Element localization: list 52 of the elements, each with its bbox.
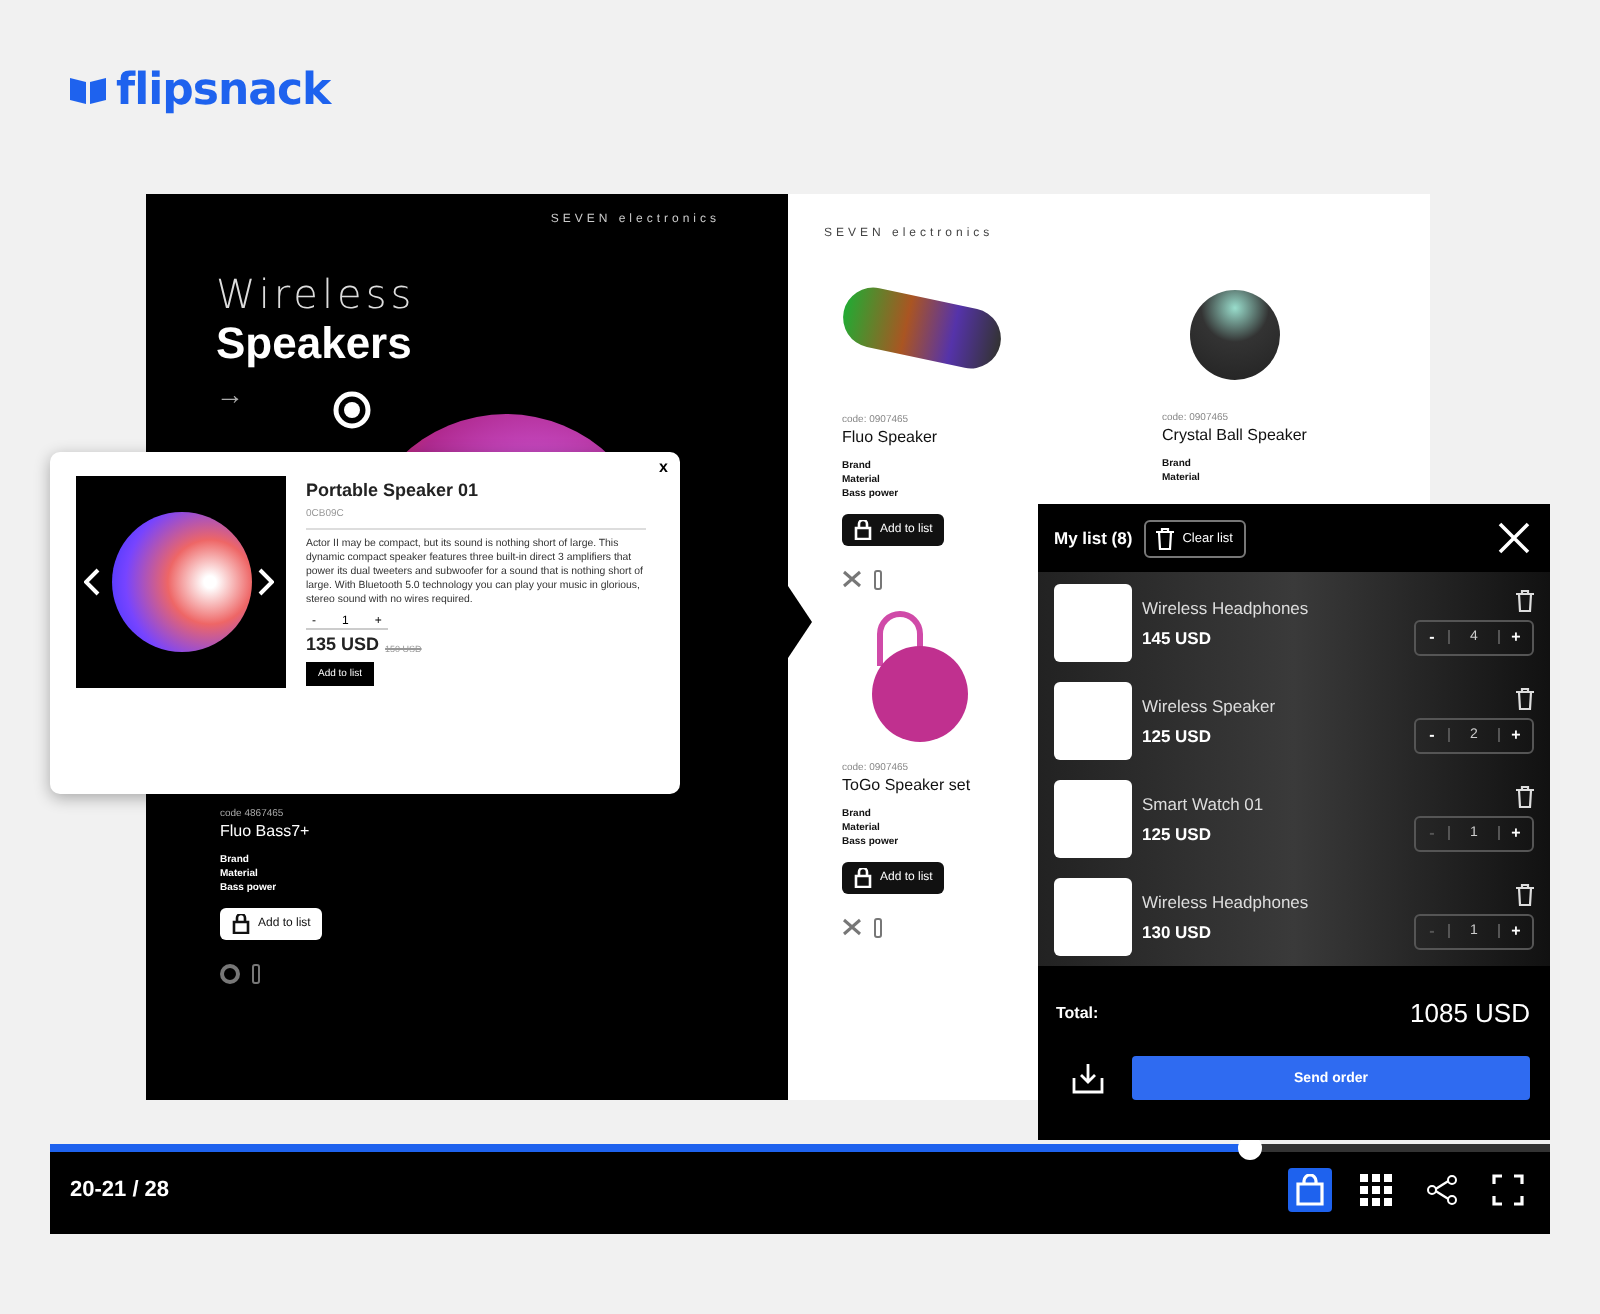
trash-icon[interactable] (1516, 589, 1534, 611)
page-counter: 20-21 / 28 (70, 1178, 170, 1202)
trash-icon (1156, 527, 1175, 549)
minus-button[interactable]: - (1416, 719, 1448, 751)
logo-text: flipsnack (116, 65, 331, 115)
download-icon[interactable] (1072, 1062, 1104, 1094)
item-name: Wireless Speaker (1142, 695, 1276, 715)
minus-button[interactable]: - (1416, 621, 1448, 653)
plus-button[interactable]: + (1500, 817, 1532, 849)
page-title: Speakers (216, 318, 414, 370)
total-value: 1085 USD (1410, 998, 1530, 1028)
product-thumbnail (1054, 583, 1132, 661)
battery-icon (874, 570, 882, 590)
target-icon[interactable] (332, 390, 372, 430)
plus-button[interactable]: + (1500, 621, 1532, 653)
list-title: My list (8) (1054, 528, 1133, 548)
trash-icon[interactable] (1516, 687, 1534, 709)
item-price: 130 USD (1142, 921, 1213, 941)
product-name: ToGo Speaker set (842, 776, 971, 794)
plus-button[interactable]: + (1500, 915, 1532, 947)
item-name: Wireless Headphones (1142, 891, 1309, 911)
trash-icon[interactable] (1516, 883, 1534, 905)
book-logo-icon (68, 74, 108, 106)
battery-icon (252, 964, 260, 984)
product-thumbnail (1054, 779, 1132, 857)
close-icon[interactable] (1498, 522, 1530, 554)
grid-button[interactable] (1354, 1168, 1398, 1212)
product-name: Crystal Ball Speaker (1162, 426, 1307, 444)
item-price: 125 USD (1142, 823, 1213, 843)
chevron-right-icon[interactable] (258, 568, 274, 596)
product-name: Fluo Speaker (842, 428, 938, 446)
fullscreen-button[interactable] (1486, 1168, 1530, 1212)
product-title: Portable Speaker 01 (306, 480, 479, 500)
page-title: Wireless (216, 270, 418, 318)
product-thumbnail (1054, 877, 1132, 955)
cd-icon (220, 964, 240, 984)
speaker-photo (1190, 290, 1280, 380)
chevron-left-icon[interactable] (84, 568, 100, 596)
battery-icon (874, 918, 882, 938)
product-thumbnail (1054, 681, 1132, 759)
item-price: 125 USD (1142, 725, 1213, 745)
product-price: 135 USD (306, 634, 380, 654)
close-button[interactable]: x (659, 458, 668, 476)
product-name: Fluo Bass7+ (220, 822, 310, 840)
arrow-link[interactable]: → (216, 378, 788, 410)
item-price: 145 USD (1142, 627, 1213, 647)
cart-button[interactable] (1288, 1168, 1332, 1212)
plus-button[interactable]: + (1500, 719, 1532, 751)
trash-icon[interactable] (1516, 785, 1534, 807)
total-label: Total: (1056, 1004, 1099, 1022)
item-name: Smart Watch 01 (1142, 793, 1264, 813)
item-name: Wireless Headphones (1142, 597, 1309, 617)
